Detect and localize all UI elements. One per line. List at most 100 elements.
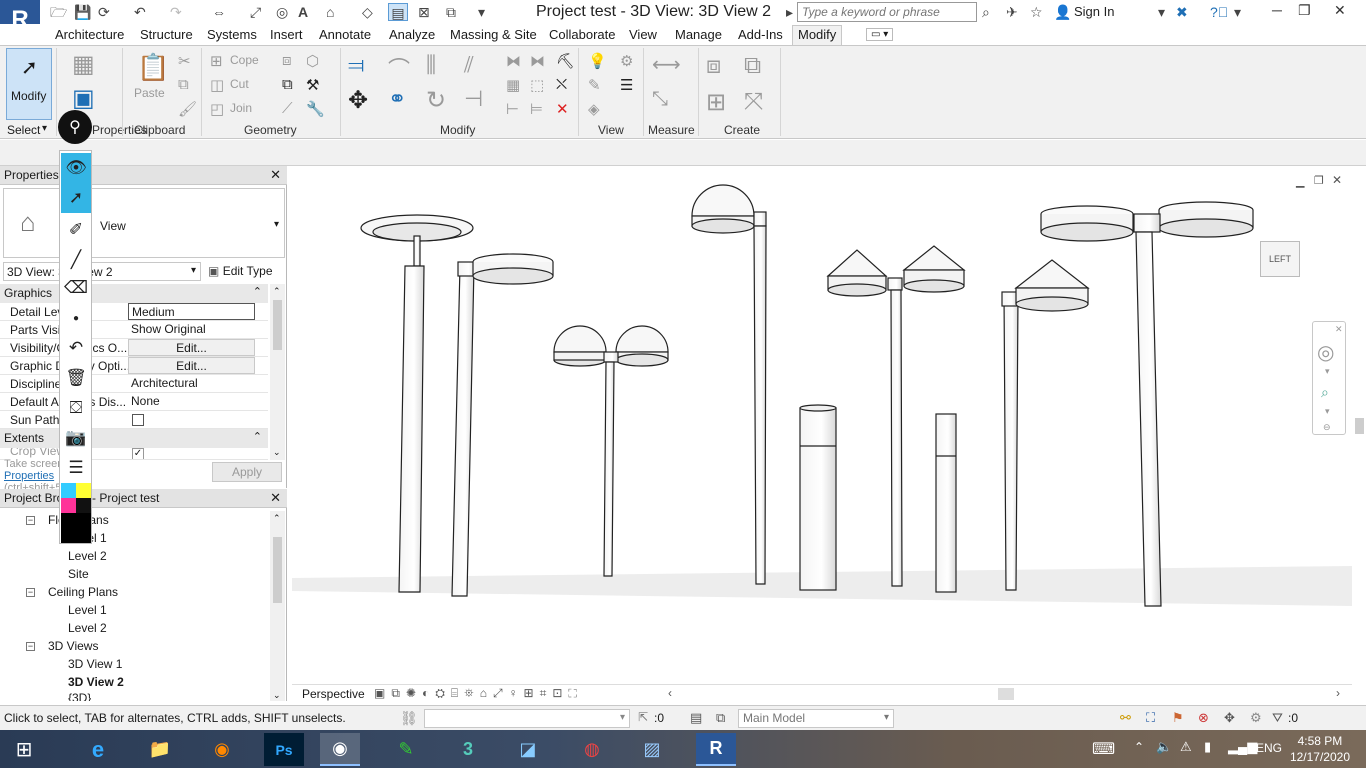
lamp-side-arm-pole[interactable]	[451, 253, 554, 597]
tab-structure[interactable]: Structure	[140, 27, 193, 42]
pointer-arrow-icon[interactable]: ➚	[61, 183, 91, 213]
tray-chevron-icon[interactable]: ⌃	[1134, 740, 1144, 754]
design-option-combo[interactable]: Main Model ▾	[738, 709, 894, 728]
collapse-icon[interactable]: ⌃	[253, 285, 262, 298]
thin-lines-icon[interactable]: ▤	[388, 3, 408, 21]
tab-collaborate[interactable]: Collaborate	[549, 27, 616, 42]
scroll-up-icon[interactable]: ⌃	[273, 286, 281, 297]
view-cube[interactable]: LEFT	[1260, 241, 1300, 277]
group-graphics[interactable]: Graphics ⌃	[0, 284, 268, 303]
demolish-icon[interactable]: ⚒	[306, 76, 319, 94]
offset-icon[interactable]: ⌒	[388, 52, 410, 84]
help-icon[interactable]: ?⃝	[1210, 3, 1228, 21]
scroll-thumb[interactable]	[1355, 418, 1364, 434]
notes-app-icon[interactable]: ✎	[386, 733, 426, 766]
firefox-icon[interactable]: ◉	[202, 733, 242, 766]
view-control-icons[interactable]: ▣⧉✺◐⛭⌸⛯⌂⤢♀⊞⌗⊡⛶	[374, 686, 583, 701]
color-swatch-cyan[interactable]	[61, 483, 76, 498]
array-icon[interactable]: ▦	[506, 76, 520, 94]
wall-joins-icon[interactable]: ⧈	[282, 52, 292, 69]
active-design-icon[interactable]: ⧉	[716, 710, 725, 726]
create-group-icon[interactable]: ⊞	[706, 88, 726, 117]
battery-icon[interactable]: ▮	[1204, 739, 1211, 755]
scroll-thumb[interactable]	[273, 537, 282, 603]
split-gap-icon[interactable]: ⧓	[530, 52, 545, 70]
split-icon[interactable]: ⧓	[506, 52, 521, 70]
lamp-side-arm-cone[interactable]	[1001, 259, 1090, 591]
default-analysis-value[interactable]: None	[128, 393, 255, 410]
drawing-area[interactable]: ▁ ❐ ✕ LEFT ✕ ◎ ▾ ⌕ ▾ ⊖	[292, 166, 1366, 701]
bollard-small[interactable]	[935, 413, 957, 593]
close-window-icon[interactable]: ✕	[1334, 2, 1346, 19]
search-expand-icon[interactable]: ▸	[786, 3, 793, 21]
collapse-icon[interactable]: ⌃	[253, 430, 262, 443]
tab-view[interactable]: View	[629, 27, 657, 42]
tree-3d-view-2[interactable]: 3D View 2	[68, 675, 124, 689]
bollard-large[interactable]	[799, 404, 837, 591]
edit-type-button[interactable]: ▣ Edit Type	[208, 262, 284, 281]
chevron-down-icon[interactable]: ▾	[1325, 366, 1330, 377]
filter-view-icon[interactable]: ◈	[588, 100, 600, 118]
scroll-right-icon[interactable]: ›	[1336, 686, 1340, 700]
create-similar-icon[interactable]: ⤧	[744, 88, 763, 116]
select-pinned-icon[interactable]: ⚑	[1172, 710, 1184, 726]
tab-manage[interactable]: Manage	[675, 27, 722, 42]
cope-icon[interactable]: ⊞	[210, 52, 223, 70]
select-dropdown-icon[interactable]: ▾	[42, 123, 47, 134]
tab-modify[interactable]: Modify	[792, 25, 843, 45]
camera-icon[interactable]: 📷	[61, 423, 91, 453]
pin-icon[interactable]: ⛏	[556, 52, 575, 70]
navbar-close-icon[interactable]: ✕	[1335, 324, 1343, 335]
tab-insert[interactable]: Insert	[270, 27, 303, 42]
tree-ceiling-level-2[interactable]: Level 2	[68, 621, 107, 635]
paste-label[interactable]: Paste	[134, 86, 165, 100]
match-type-icon[interactable]: 🖌	[178, 100, 197, 118]
help-dropdown-icon[interactable]: ▾	[1234, 3, 1241, 21]
join-label[interactable]: Join	[230, 101, 252, 115]
maximize-icon[interactable]: ❐	[1298, 2, 1311, 19]
cut-geometry-icon[interactable]: ◫	[210, 76, 224, 94]
linework-icon[interactable]: ✎	[588, 76, 601, 94]
paint-icon[interactable]: ⧉	[282, 76, 293, 93]
tab-analyze[interactable]: Analyze	[389, 27, 435, 42]
touch-keyboard-icon[interactable]: ⌨	[1092, 739, 1115, 759]
tab-annotate[interactable]: Annotate	[319, 27, 371, 42]
collapse-toggle-icon[interactable]: −	[26, 588, 35, 597]
photos-app-icon[interactable]: ▨	[632, 733, 672, 766]
unpin-icon[interactable]: ⛌	[556, 76, 567, 93]
zoom-region-icon[interactable]: ⌕	[1321, 384, 1329, 401]
language-indicator[interactable]: ENG	[1256, 741, 1282, 755]
collapse-toggle-icon[interactable]: −	[26, 516, 35, 525]
pen-line-icon[interactable]: ╱	[61, 245, 91, 275]
lamp-double-disc[interactable]	[1040, 201, 1254, 607]
current-color-swatch[interactable]	[61, 513, 91, 543]
modify-tool-button[interactable]: ➚ Modify	[6, 48, 52, 120]
drag-elements-icon[interactable]: ✥	[1224, 710, 1235, 726]
tag-icon[interactable]: ◎	[276, 3, 288, 21]
undo-annotation-icon[interactable]: ↶	[61, 333, 91, 363]
text-icon[interactable]: A	[298, 3, 308, 21]
move-icon[interactable]: ✥	[348, 86, 368, 115]
create-assembly-icon[interactable]: ⧈	[706, 52, 721, 80]
close-icon[interactable]: ✕	[270, 490, 281, 506]
create-parts-icon[interactable]: ⧉	[744, 52, 761, 80]
dot-size-icon[interactable]: ●	[61, 303, 91, 333]
scroll-down-icon[interactable]: ⌄	[273, 447, 281, 458]
type-properties-icon[interactable]: ▦	[72, 50, 95, 79]
color-palette[interactable]	[61, 483, 91, 543]
cope-label[interactable]: Cope	[230, 53, 259, 67]
tree-3d-views[interactable]: 3D Views	[48, 639, 98, 653]
wrench-icon[interactable]: 🔧	[306, 100, 325, 118]
signal-icon[interactable]: ▂▄▆	[1228, 739, 1257, 755]
highlighter-icon[interactable]: ✐	[61, 215, 91, 245]
tree-site[interactable]: Site	[68, 567, 89, 581]
sync-icon[interactable]: ⟳	[98, 3, 110, 21]
cut-scissors-icon[interactable]: ✂	[178, 52, 191, 70]
group-extents[interactable]: Extents ⌃	[0, 429, 268, 448]
lamp-single-dome[interactable]	[691, 184, 767, 585]
annotation-tool-logo-icon[interactable]: ⚲	[58, 110, 92, 144]
tree-3d-default[interactable]: {3D}	[68, 691, 91, 701]
open-icon[interactable]: 🗁	[50, 3, 67, 21]
tab-systems[interactable]: Systems	[207, 27, 257, 42]
redo-icon[interactable]: ↷	[170, 3, 182, 21]
